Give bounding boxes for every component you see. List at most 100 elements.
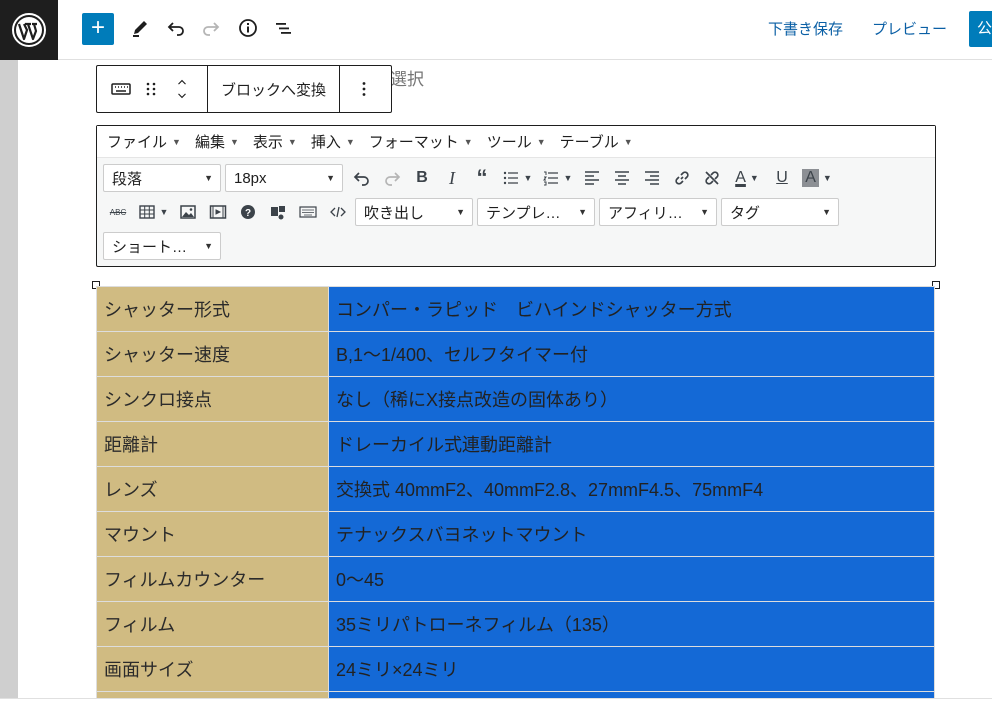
balloon-select[interactable]: 吹き出し ▼ xyxy=(355,198,473,226)
caret-down-icon: ▼ xyxy=(749,173,759,183)
redo-icon[interactable] xyxy=(377,164,407,192)
caret-down-icon: ▼ xyxy=(229,136,239,147)
preview-button[interactable]: プレビュー xyxy=(872,18,947,39)
table-row: マウント テナックスバヨネットマウント xyxy=(96,511,935,557)
tools-pencil-icon[interactable] xyxy=(127,14,153,42)
menu-insert[interactable]: 挿入 ▼ xyxy=(311,131,355,152)
caret-down-icon: ▼ xyxy=(326,173,335,183)
help-icon[interactable]: ? xyxy=(233,198,263,226)
toolbar-row-1: 段落 ▼ 18px ▼ B I “ ▼ ▼ A ▼ U A ▼ xyxy=(103,163,837,193)
spec-value-cell[interactable]: なし（稀にX接点改造の固体あり） xyxy=(328,376,935,422)
spec-value-cell[interactable]: 24ミリ×24ミリ xyxy=(328,646,935,692)
template-select[interactable]: テンプレ… ▼ xyxy=(477,198,595,226)
spec-value-cell[interactable]: テナックスバヨネットマウント xyxy=(328,511,935,557)
table-row: フィルムカウンター 0〜45 xyxy=(96,556,935,602)
media-icon[interactable] xyxy=(203,198,233,226)
spec-key-cell[interactable]: シンクロ接点 xyxy=(96,376,329,422)
placeholder-text: 選択 xyxy=(390,70,424,89)
spec-value-cell[interactable]: B,1〜1/400、セルフタイマー付 xyxy=(328,331,935,377)
spec-key-cell[interactable]: マウント xyxy=(96,511,329,557)
classic-editor-toolbar: ファイル ▼ 編集 ▼ 表示 ▼ 挿入 ▼ フォーマット ▼ ツール ▼ テーブル ▼ 段落 ▼… xyxy=(96,125,936,267)
caret-down-icon: ▼ xyxy=(623,136,633,147)
chevron-down-icon[interactable] xyxy=(172,89,192,103)
align-left-icon[interactable] xyxy=(577,164,607,192)
paragraph-format-select[interactable]: 段落 ▼ xyxy=(103,164,221,192)
more-options-group xyxy=(340,66,388,112)
drag-handle-icon[interactable] xyxy=(145,66,157,112)
editor-left-gutter xyxy=(0,60,18,708)
affiliate-select[interactable]: アフィリ… ▼ xyxy=(599,198,717,226)
bullet-list-icon[interactable]: ▼ xyxy=(497,164,537,192)
spec-key-cell[interactable]: シャッター形式 xyxy=(96,286,329,332)
menu-table[interactable]: テーブル ▼ xyxy=(560,131,633,152)
caret-down-icon: ▼ xyxy=(822,173,832,183)
numbered-list-icon[interactable]: ▼ xyxy=(537,164,577,192)
table-row: シャッター速度 B,1〜1/400、セルフタイマー付 xyxy=(96,331,935,377)
move-up-down-buttons[interactable] xyxy=(157,66,207,112)
tag-select[interactable]: タグ ▼ xyxy=(721,198,839,226)
block-toolbar: ブロックへ変換 xyxy=(96,65,392,113)
special-character-icon[interactable] xyxy=(263,198,293,226)
shortcode-select[interactable]: ショート… ▼ xyxy=(103,232,221,260)
spec-value-cell[interactable]: コンパー・ラピッド ビハインドシャッター方式 xyxy=(328,286,935,332)
bold-icon[interactable]: B xyxy=(407,164,437,192)
spec-table: シャッター形式 コンパー・ラピッド ビハインドシャッター方式 シャッター速度 B,1〜… xyxy=(96,286,935,708)
editor-header: + 下書き保存 プレビュー 公 xyxy=(0,0,992,60)
keyboard-icon[interactable] xyxy=(97,66,145,112)
italic-icon[interactable]: I xyxy=(437,164,467,192)
menu-tools[interactable]: ツール ▼ xyxy=(487,131,546,152)
unlink-icon[interactable] xyxy=(697,164,727,192)
image-icon[interactable] xyxy=(173,198,203,226)
menu-view[interactable]: 表示 ▼ xyxy=(253,131,297,152)
list-view-icon[interactable] xyxy=(271,14,297,42)
caret-down-icon: ▼ xyxy=(456,207,465,217)
undo-icon[interactable] xyxy=(347,164,377,192)
caret-down-icon: ▼ xyxy=(204,173,213,183)
caret-down-icon: ▼ xyxy=(578,207,587,217)
spec-key-cell[interactable]: レンズ xyxy=(96,466,329,512)
spec-key-cell[interactable]: 距離計 xyxy=(96,421,329,467)
menu-file[interactable]: ファイル ▼ xyxy=(107,131,181,152)
background-color-icon[interactable]: A ▼ xyxy=(797,164,837,192)
spec-value-cell[interactable]: 0〜45 xyxy=(328,556,935,602)
link-icon[interactable] xyxy=(667,164,697,192)
code-icon[interactable] xyxy=(323,198,353,226)
menu-format[interactable]: フォーマット ▼ xyxy=(369,131,473,152)
info-icon[interactable] xyxy=(235,14,261,42)
keyboard-shortcut-icon[interactable] xyxy=(293,198,323,226)
chevron-up-icon[interactable] xyxy=(172,75,192,89)
table-icon[interactable]: ▼ xyxy=(133,198,173,226)
align-center-icon[interactable] xyxy=(607,164,637,192)
add-block-button[interactable]: + xyxy=(82,13,114,45)
spec-value-cell[interactable]: ドレーカイル式連動距離計 xyxy=(328,421,935,467)
blockquote-icon[interactable]: “ xyxy=(467,164,497,192)
table-row: 距離計 ドレーカイル式連動距離計 xyxy=(96,421,935,467)
caret-down-icon: ▼ xyxy=(204,241,213,251)
spec-key-cell[interactable]: フィルムカウンター xyxy=(96,556,329,602)
more-options-icon[interactable] xyxy=(340,66,388,112)
menu-edit[interactable]: 編集 ▼ xyxy=(195,131,239,152)
font-size-select[interactable]: 18px ▼ xyxy=(225,164,343,192)
text-color-icon[interactable]: A ▼ xyxy=(727,164,767,192)
align-right-icon[interactable] xyxy=(637,164,667,192)
redo-icon[interactable] xyxy=(198,14,224,42)
save-draft-button[interactable]: 下書き保存 xyxy=(768,18,843,39)
toolbar-row-2: ABC ▼ ? 吹き出し ▼ テンプレ… ▼ アフィリ… ▼ タグ ▼ xyxy=(103,197,843,227)
spec-key-cell[interactable]: フィルム xyxy=(96,601,329,647)
spec-key-cell[interactable]: シャッター速度 xyxy=(96,331,329,377)
spec-value-cell[interactable]: 交換式 40mmF2、40mmF2.8、27mmF4.5、75mmF4 xyxy=(328,466,935,512)
spec-value-cell[interactable]: 35ミリパトローネフィルム（135） xyxy=(328,601,935,647)
caret-down-icon: ▼ xyxy=(536,136,546,147)
table-row: シャッター形式 コンパー・ラピッド ビハインドシャッター方式 xyxy=(96,286,935,332)
spec-key-cell[interactable]: 画面サイズ xyxy=(96,646,329,692)
strikethrough-icon[interactable]: ABC xyxy=(103,198,133,226)
caret-down-icon: ▼ xyxy=(822,207,831,217)
convert-to-blocks-button[interactable]: ブロックへ変換 xyxy=(208,66,339,112)
underline-icon[interactable]: U xyxy=(767,164,797,192)
undo-icon[interactable] xyxy=(163,14,189,42)
table-row: フィルム 35ミリパトローネフィルム（135） xyxy=(96,601,935,647)
wordpress-logo-button[interactable] xyxy=(0,0,58,60)
table-row: シンクロ接点 なし（稀にX接点改造の固体あり） xyxy=(96,376,935,422)
table-row: 画面サイズ 24ミリ×24ミリ xyxy=(96,646,935,692)
publish-button[interactable]: 公 xyxy=(969,11,992,47)
